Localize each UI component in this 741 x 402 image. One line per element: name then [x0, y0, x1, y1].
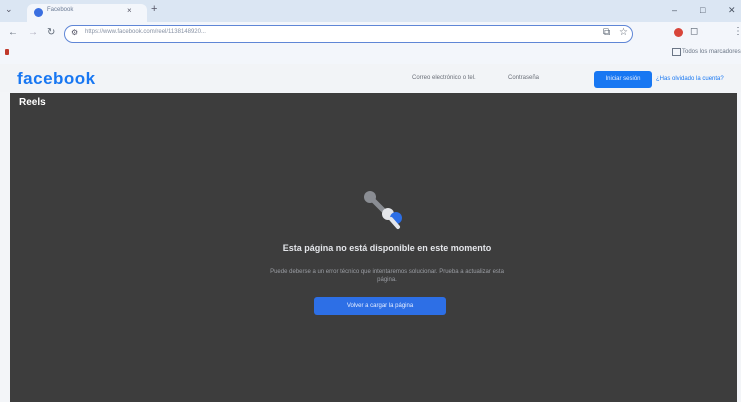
- maximize-button[interactable]: □: [700, 5, 705, 15]
- login-button[interactable]: Iniciar sesión: [594, 71, 652, 88]
- password-field[interactable]: Contraseña: [508, 75, 539, 81]
- broken-wrench-icon: [364, 191, 402, 229]
- url-text[interactable]: https://www.facebook.com/reel/1138148920…: [85, 29, 206, 35]
- back-icon[interactable]: ←: [8, 27, 18, 38]
- browser-toolbar: ← → ↻ ⚙ https://www.facebook.com/reel/11…: [0, 22, 741, 44]
- reload-icon[interactable]: ↻: [47, 27, 55, 38]
- forward-icon[interactable]: →: [28, 27, 38, 38]
- new-tab-button[interactable]: +: [151, 3, 157, 15]
- bookmark-pin-icon[interactable]: [5, 49, 9, 55]
- folder-icon: [672, 48, 681, 56]
- extension-icon[interactable]: ◻: [690, 26, 698, 37]
- bookmarks-bar: Todos los marcadores: [0, 44, 741, 65]
- address-bar[interactable]: ⚙ https://www.facebook.com/reel/11381489…: [64, 25, 633, 43]
- site-info-icon[interactable]: ⚙: [71, 28, 78, 37]
- extension-red-icon[interactable]: [674, 28, 683, 37]
- menu-icon[interactable]: ⋮: [733, 26, 741, 37]
- tab-favicon-icon: [34, 8, 43, 17]
- all-bookmarks-link[interactable]: Todos los marcadores: [682, 49, 741, 55]
- tab-search-icon[interactable]: ⌄: [5, 4, 13, 15]
- minimize-button[interactable]: –: [672, 5, 677, 15]
- email-field[interactable]: Correo electrónico o tel.: [412, 75, 476, 81]
- error-title: Esta página no está disponible en este m…: [282, 243, 492, 253]
- reload-page-button[interactable]: Volver a cargar la página: [314, 297, 446, 315]
- tab-title: Facebook: [47, 7, 74, 13]
- close-window-button[interactable]: ✕: [728, 5, 736, 16]
- browser-tab[interactable]: Facebook ×: [27, 4, 147, 22]
- reels-panel: Reels Esta página no está disponible en …: [10, 93, 737, 402]
- forgot-account-link[interactable]: ¿Has olvidado la cuenta?: [656, 76, 724, 82]
- facebook-header: facebook Correo electrónico o tel. Contr…: [0, 64, 741, 92]
- tab-bar: ⌄ Facebook × + – □ ✕: [0, 0, 741, 22]
- bookmark-star-icon[interactable]: ☆: [619, 27, 628, 38]
- tab-close-icon[interactable]: ×: [127, 6, 132, 15]
- share-icon[interactable]: ⧉: [603, 27, 610, 38]
- error-description: Puede deberse a un error técnico que int…: [270, 269, 504, 283]
- reels-title: Reels: [19, 97, 46, 108]
- facebook-logo[interactable]: facebook: [17, 69, 96, 89]
